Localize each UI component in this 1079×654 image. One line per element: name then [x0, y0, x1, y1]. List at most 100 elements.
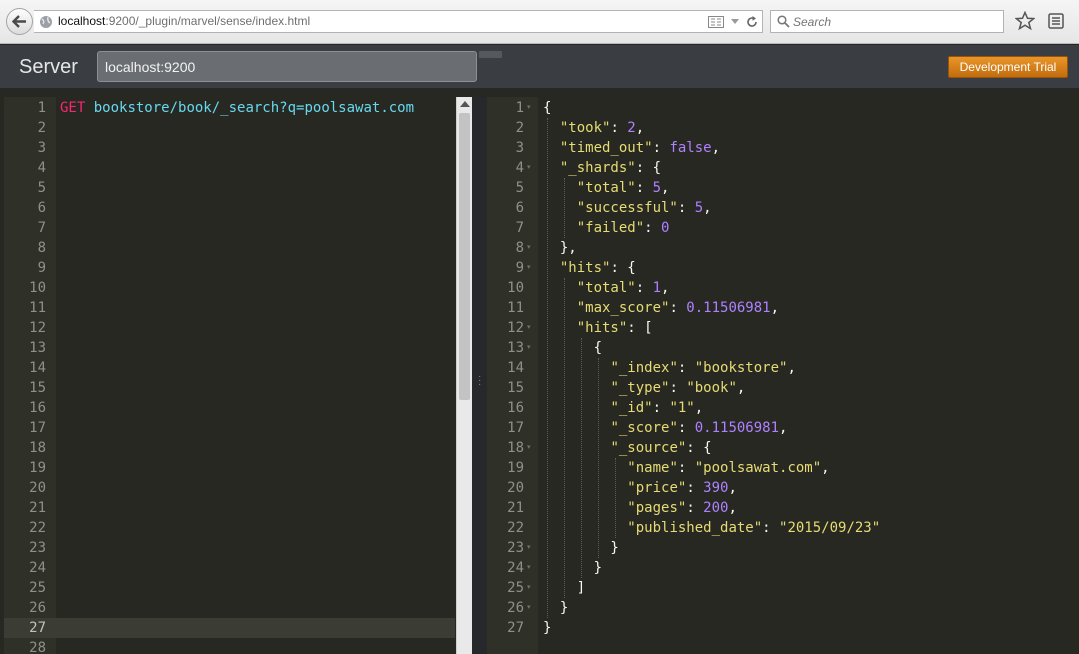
line-number: 10 — [29, 280, 46, 296]
json-key: "_score" — [610, 420, 678, 436]
fold-marker-icon[interactable]: ▾ — [527, 158, 534, 178]
response-line: "hits": [ — [543, 318, 653, 338]
line-number: 22 — [29, 520, 46, 536]
line-number: 12 — [507, 320, 524, 336]
search-icon — [777, 15, 790, 28]
line-number: 20 — [29, 480, 46, 496]
json-punctuation: : — [677, 200, 695, 216]
line-number: 8 — [37, 240, 46, 256]
line-number: 19 — [29, 460, 46, 476]
fold-marker-icon[interactable]: ▾ — [527, 338, 534, 358]
pane-resizer[interactable]: · · · — [472, 97, 487, 654]
fold-marker-icon[interactable]: ▾ — [527, 238, 534, 258]
server-url-input[interactable] — [97, 51, 477, 82]
development-trial-button[interactable]: Development Trial — [948, 56, 1068, 78]
json-punctuation — [543, 320, 577, 336]
fold-marker-icon[interactable]: ▾ — [527, 258, 534, 278]
line-number: 18 — [507, 440, 524, 456]
browser-search-box[interactable] — [770, 10, 1004, 33]
json-string: "1" — [669, 400, 695, 416]
search-input[interactable] — [793, 13, 993, 30]
response-line: } — [543, 598, 568, 618]
response-line: "failed": 0 — [543, 218, 670, 238]
response-line: "total": 5, — [543, 178, 670, 198]
fold-marker-icon[interactable]: ▾ — [527, 98, 534, 118]
json-punctuation: : — [686, 500, 704, 516]
json-key: "_source" — [610, 440, 687, 456]
json-punctuation — [543, 500, 627, 516]
line-number: 15 — [507, 380, 524, 396]
fold-marker-icon[interactable]: ▾ — [527, 578, 534, 598]
reader-view-icon[interactable] — [708, 16, 724, 28]
json-key: "_type" — [610, 380, 670, 396]
line-number: 14 — [29, 360, 46, 376]
response-line: { — [543, 338, 602, 358]
response-line: "timed_out": false, — [543, 138, 720, 158]
json-punctuation: , — [779, 420, 788, 436]
response-line: "hits": { — [543, 258, 636, 278]
response-line: "_id": "1", — [543, 398, 703, 418]
json-punctuation: { — [543, 340, 603, 356]
json-key: "pages" — [627, 500, 687, 516]
json-punctuation: : — [669, 380, 687, 396]
address-bar[interactable]: localhost:9200/_plugin/marvel/sense/inde… — [34, 10, 763, 33]
response-line: "price": 390, — [543, 478, 737, 498]
json-punctuation — [543, 400, 610, 416]
scroll-up-arrow-icon[interactable] — [460, 101, 470, 107]
reload-icon[interactable] — [746, 16, 758, 28]
json-punctuation: { — [543, 100, 552, 116]
line-number: 28 — [29, 640, 46, 654]
line-number: 16 — [29, 400, 46, 416]
line-number: 14 — [507, 360, 524, 376]
response-line: } — [543, 558, 602, 578]
line-number: 20 — [507, 480, 524, 496]
fold-marker-icon[interactable]: ▾ — [527, 318, 534, 338]
line-number: 5 — [37, 180, 46, 196]
json-punctuation: , — [728, 500, 737, 516]
fold-marker-icon[interactable]: ▾ — [527, 438, 534, 458]
response-line: } — [543, 538, 619, 558]
json-punctuation — [543, 200, 577, 216]
chevron-down-icon[interactable] — [730, 18, 740, 26]
fold-marker-icon[interactable]: ▾ — [527, 538, 534, 558]
json-string: "book" — [686, 380, 737, 396]
request-editor[interactable]: 1 2 3 4 5 6 7 8 9 10 11 12 13 14 15 16 17 18 19 20 21 22 23 24 2… — [4, 97, 472, 654]
globe-icon — [40, 16, 52, 28]
response-line: ] — [543, 578, 585, 598]
line-number: 16 — [507, 400, 524, 416]
json-punctuation: : [ — [627, 320, 653, 336]
json-punctuation: } — [543, 540, 619, 556]
fold-marker-icon[interactable]: ▾ — [527, 558, 534, 578]
line-number: 26 — [507, 600, 524, 616]
line-number: 9 — [37, 260, 46, 276]
fold-marker-icon[interactable]: ▾ — [527, 598, 534, 618]
json-punctuation: , — [728, 480, 737, 496]
json-punctuation — [543, 480, 627, 496]
response-line: "max_score": 0.11506981, — [543, 298, 779, 318]
json-punctuation — [543, 180, 577, 196]
line-number: 7 — [37, 220, 46, 236]
json-punctuation: , — [661, 280, 670, 296]
json-key: "name" — [627, 460, 678, 476]
reading-list-icon[interactable] — [1047, 12, 1065, 30]
line-number: 4 — [37, 160, 46, 176]
json-punctuation: : — [635, 280, 653, 296]
json-punctuation: : — [644, 220, 662, 236]
response-viewer[interactable]: 1 ▾ 2 3 4 ▾ 5 6 7 8 ▾ 9 ▾ 10 11 12 ▾ 13 ▾ 14 15 16 17 18 ▾ 19 20 21… — [487, 97, 1079, 654]
header-tab-handle[interactable] — [479, 51, 502, 58]
request-line[interactable]: GET bookstore/book/_search?q=poolsawat.c… — [60, 98, 414, 118]
line-number: 23 — [29, 540, 46, 556]
json-punctuation: : — [635, 180, 653, 196]
json-punctuation: , — [821, 460, 830, 476]
json-punctuation: : — [677, 460, 695, 476]
star-icon[interactable] — [1015, 11, 1035, 31]
request-scrollbar[interactable] — [456, 97, 472, 654]
back-button[interactable] — [6, 8, 33, 35]
line-number: 12 — [29, 320, 46, 336]
json-number: false — [669, 140, 712, 156]
url-text: localhost:9200/_plugin/marvel/sense/inde… — [58, 14, 310, 28]
line-number: 13 — [29, 340, 46, 356]
json-punctuation: : — [652, 400, 670, 416]
response-line: "_index": "bookstore", — [543, 358, 795, 378]
scrollbar-thumb[interactable] — [459, 113, 470, 400]
